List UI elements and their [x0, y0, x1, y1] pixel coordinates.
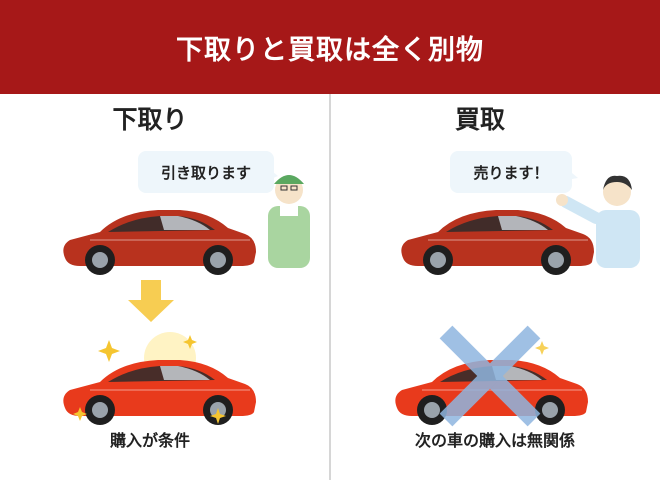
- illustration-layer: [62, 168, 640, 427]
- staff-speech-bubble: 引き取ります: [138, 151, 274, 193]
- purchase-caption: 次の車の購入は無関係: [414, 431, 575, 450]
- customer-speech-text: 売ります！: [473, 163, 549, 182]
- trade-in-caption: 購入が条件: [109, 431, 190, 450]
- comparison-infographic: 下取りと買取は全く別物 下取り 買取 引き取ります 売ります！ 購入が条件 次の…: [0, 0, 660, 480]
- old-car-image: [62, 209, 258, 276]
- new-car-image: [62, 359, 258, 426]
- staff-speech-text: 引き取ります: [160, 163, 251, 182]
- staff-person-image: [268, 175, 310, 268]
- customer-speech-bubble: 売ります！: [450, 151, 572, 193]
- down-arrow-icon: [128, 280, 174, 322]
- sparkle-icon-right: [535, 341, 549, 355]
- old-car-image-right: [400, 209, 595, 276]
